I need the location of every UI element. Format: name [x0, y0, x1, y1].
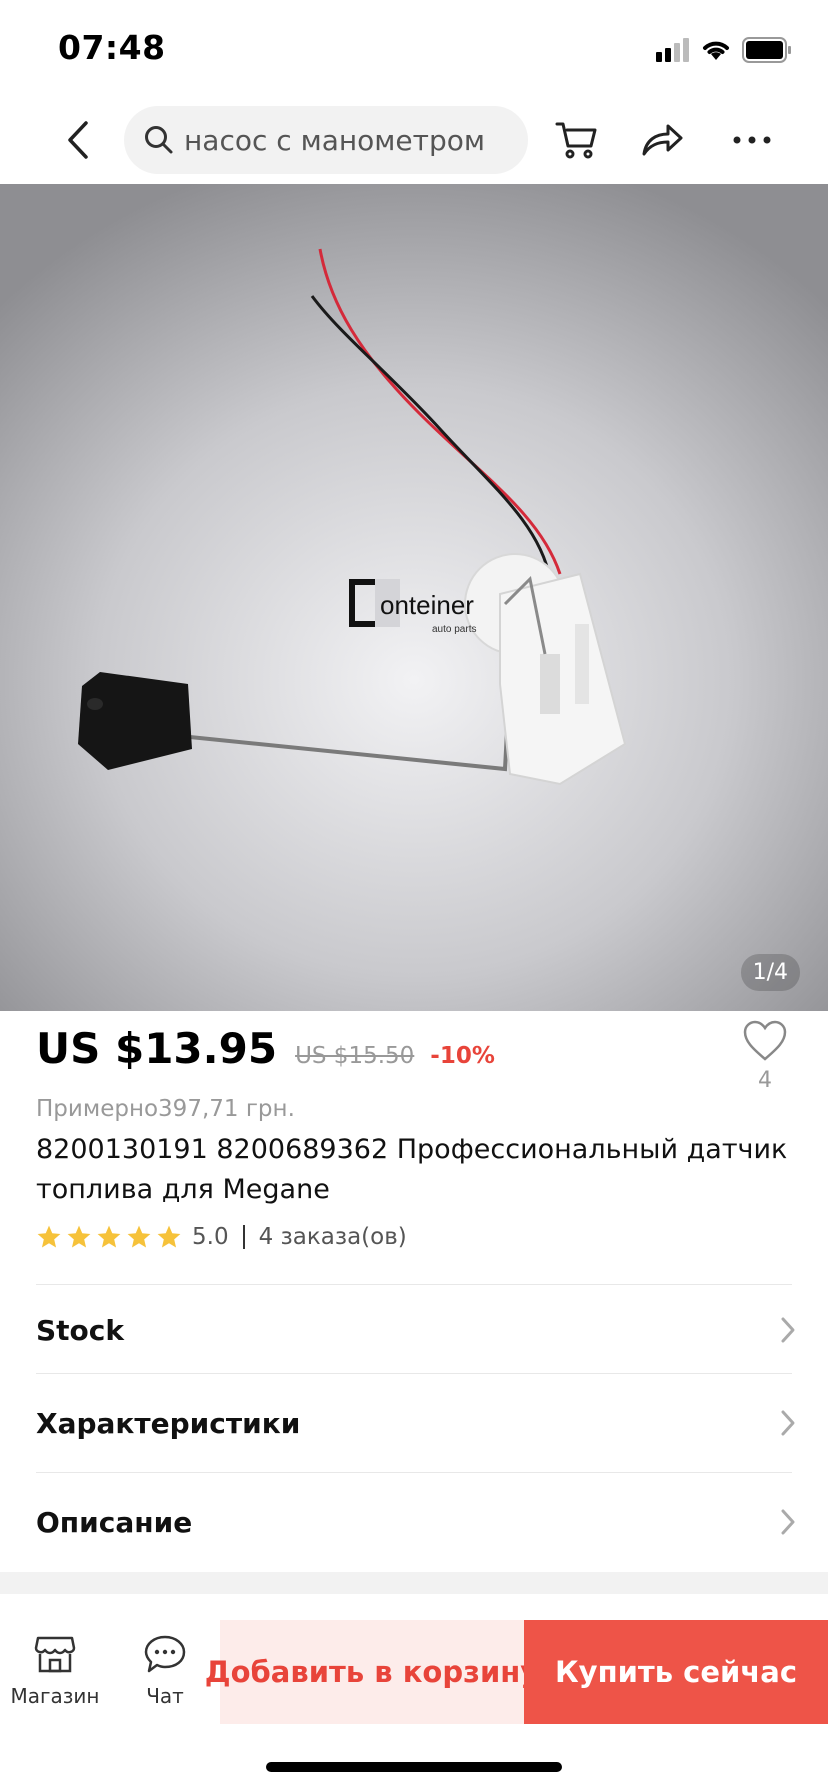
section-characteristics[interactable]: Характеристики [36, 1379, 796, 1467]
product-title: 8200130191 8200689362 Профессиональный д… [36, 1134, 788, 1205]
more-button[interactable] [728, 116, 776, 164]
section-label: Описание [36, 1505, 193, 1539]
watermark-sub: auto parts [432, 624, 476, 635]
chevron-right-icon [781, 1317, 795, 1343]
signal-icon [656, 38, 689, 62]
buy-now-button[interactable]: Купить сейчас [524, 1620, 828, 1724]
image-counter: 1/4 [740, 954, 800, 991]
rating-row[interactable]: 5.0 4 заказа(ов) [36, 1220, 407, 1254]
star-icon [97, 1225, 121, 1248]
share-icon [642, 124, 683, 156]
current-price: US $13.95 [36, 1024, 278, 1073]
top-navigation: насос с манометром [0, 96, 828, 184]
star-icon [127, 1225, 151, 1248]
watermark-brand: onteiner [380, 590, 474, 620]
section-description[interactable]: Описание [36, 1478, 796, 1566]
store-button[interactable]: Магазин [0, 1634, 110, 1708]
battery-icon [742, 37, 791, 63]
status-icons [656, 36, 792, 64]
more-icon [733, 136, 771, 144]
divider [36, 1472, 792, 1473]
back-icon [68, 121, 88, 159]
divider [36, 1373, 792, 1374]
chat-icon [144, 1635, 186, 1673]
discount-badge: -10% [430, 1043, 495, 1069]
search-query: насос с манометром [184, 123, 485, 157]
store-icon [34, 1636, 76, 1673]
cart-icon [555, 122, 597, 159]
orders-count: 4 заказа(ов) [258, 1224, 407, 1250]
product-image-gallery[interactable]: onteiner auto parts 1/4 [0, 184, 828, 1011]
chat-button[interactable]: Чат [110, 1634, 220, 1708]
old-price: US $15.50 [295, 1043, 415, 1069]
chevron-right-icon [781, 1509, 795, 1535]
section-label: Stock [36, 1313, 125, 1347]
divider [36, 1284, 792, 1285]
add-to-cart-button[interactable]: Добавить в корзину [205, 1620, 539, 1724]
price-row: US $13.95 US $15.50 -10% [36, 1024, 495, 1073]
wishlist-count: 4 [758, 1068, 772, 1093]
back-button[interactable] [56, 118, 100, 162]
search-input[interactable]: насос с манометром [124, 106, 528, 174]
product-photo: onteiner auto parts [78, 248, 627, 786]
wishlist-button[interactable]: 4 [740, 1020, 790, 1093]
status-time: 07:48 [58, 28, 166, 67]
heart-icon [743, 1020, 787, 1061]
store-label: Магазин [10, 1684, 100, 1708]
approx-price: Примерно397,71 грн. [36, 1096, 295, 1122]
rating-stars [36, 1224, 182, 1250]
cart-button[interactable] [553, 116, 601, 164]
chevron-right-icon [781, 1410, 795, 1436]
share-button[interactable] [638, 116, 686, 164]
section-stock[interactable]: Stock [36, 1286, 796, 1374]
star-icon [67, 1225, 91, 1248]
section-separator-band [0, 1572, 828, 1594]
wifi-icon [703, 41, 729, 60]
status-bar: 07:48 [0, 0, 828, 96]
chat-label: Чат [146, 1684, 184, 1708]
section-label: Характеристики [36, 1406, 301, 1440]
star-icon [37, 1225, 61, 1248]
rating-value: 5.0 [192, 1224, 229, 1250]
home-indicator[interactable] [266, 1762, 562, 1772]
star-icon [157, 1225, 181, 1248]
search-icon [145, 126, 173, 154]
rating-separator [242, 1225, 245, 1249]
